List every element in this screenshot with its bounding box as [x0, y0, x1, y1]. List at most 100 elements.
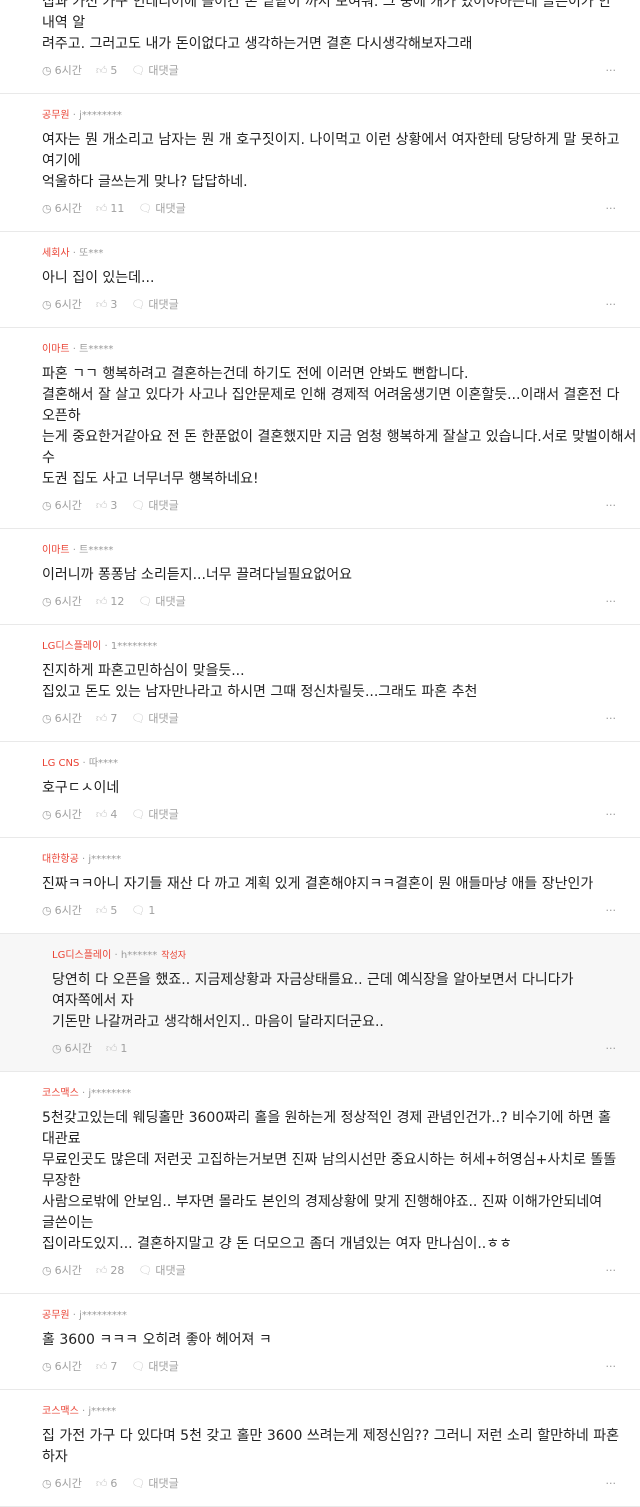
comment-time: ◷ 6시간: [42, 1477, 82, 1491]
comment-meta: 공무원 · j*********: [42, 1310, 640, 1322]
like-button[interactable]: 👍︎ 5: [96, 904, 118, 918]
comment-item: 대한항공 · j****** 진짜ㅋㅋ아니 자기들 재산 다 까고 계획 있게 결…: [0, 838, 640, 934]
nickname[interactable]: 트*****: [79, 344, 113, 355]
more-dots-icon[interactable]: ···: [606, 64, 617, 78]
like-button[interactable]: 👍︎ 6: [96, 1477, 118, 1491]
separator: ·: [69, 344, 80, 355]
reply-button[interactable]: 🗨︎ 대댓글: [131, 712, 178, 726]
comment-actions: ◷ 6시간 👍︎ 12 🗨︎ 대댓글 ···: [42, 595, 640, 609]
company-name: 공무원: [42, 1310, 70, 1321]
nickname[interactable]: h******: [121, 950, 157, 961]
time-text: 6시간: [54, 904, 82, 917]
comment-item: 이마트 · 트***** 이러니까 퐁퐁남 소리듣지...너무 끌려다닐필요없어요…: [0, 529, 640, 625]
like-count: 3: [110, 298, 118, 311]
like-button[interactable]: 👍︎ 12: [96, 595, 125, 609]
comment-meta: 이마트 · 트*****: [42, 344, 640, 356]
nickname[interactable]: j******: [88, 854, 121, 865]
clock-icon: ◷: [42, 1264, 52, 1277]
speech-bubble-icon: 🗨︎: [131, 904, 146, 917]
like-button[interactable]: 👍︎ 11: [96, 202, 125, 216]
like-button[interactable]: 👍︎ 7: [96, 1360, 118, 1374]
more-dots-icon[interactable]: ···: [606, 808, 617, 822]
like-button[interactable]: 👍︎ 5: [96, 64, 118, 78]
comment-text: 집과 가전 가구 인테리어에 들어간 돈 밑밭이 까서 보여줘. 그 중에 개가…: [42, 0, 612, 52]
reply-button[interactable]: 🗨︎ 대댓글: [131, 499, 178, 513]
nickname[interactable]: 또***: [79, 248, 103, 259]
comment-text: 여자는 뭔 개소리고 남자는 뭔 개 호구짓이지. 나이먹고 이런 상황에서 여…: [42, 132, 620, 190]
thumbs-up-icon: 👍︎: [95, 904, 108, 917]
more-dots-icon[interactable]: ···: [606, 1042, 617, 1056]
more-dots-icon[interactable]: ···: [606, 712, 617, 726]
comment-time: ◷ 6시간: [42, 1360, 82, 1374]
time-text: 6시간: [54, 202, 82, 215]
reply-label: 대댓글: [148, 1477, 179, 1490]
more-dots-icon[interactable]: ···: [606, 202, 617, 216]
more-dots-icon[interactable]: ···: [606, 298, 617, 312]
time-text: 6시간: [54, 499, 82, 512]
comment-item: 공무원 · j******** 여자는 뭔 개소리고 남자는 뭔 개 호구짓이지.…: [0, 94, 640, 232]
reply-button[interactable]: 🗨︎ 대댓글: [138, 202, 185, 216]
comment-text: 진지하게 파혼고민하심이 맞을듯... 집있고 돈도 있는 남자만나라고 하시면…: [42, 663, 478, 700]
reply-button[interactable]: 🗨︎ 대댓글: [138, 1264, 185, 1278]
comment-actions: ◷ 6시간 👍︎ 7 🗨︎ 대댓글 ···: [42, 712, 640, 726]
clock-icon: ◷: [42, 64, 52, 77]
comment-meta: LG디스플레이 · 1********: [42, 641, 640, 653]
comment-actions: ◷ 6시간 👍︎ 5 🗨︎ 대댓글 ···: [42, 64, 640, 78]
time-text: 6시간: [54, 1477, 82, 1490]
like-button[interactable]: 👍︎ 1: [106, 1042, 128, 1056]
reply-button[interactable]: 🗨︎ 1: [131, 904, 155, 918]
more-dots-icon[interactable]: ···: [606, 1264, 617, 1278]
comment-time: ◷ 6시간: [42, 904, 82, 918]
thumbs-up-icon: 👍︎: [95, 712, 108, 725]
like-button[interactable]: 👍︎ 3: [96, 298, 118, 312]
reply-label: 대댓글: [148, 298, 179, 311]
like-button[interactable]: 👍︎ 7: [96, 712, 118, 726]
reply-button[interactable]: 🗨︎ 대댓글: [138, 595, 185, 609]
more-dots-icon[interactable]: ···: [606, 499, 617, 513]
reply-button[interactable]: 🗨︎ 대댓글: [131, 808, 178, 822]
more-dots-icon[interactable]: ···: [606, 904, 617, 918]
comment-time: ◷ 6시간: [42, 64, 82, 78]
speech-bubble-icon: 🗨︎: [131, 808, 146, 821]
nickname[interactable]: 1********: [111, 641, 157, 652]
nickname[interactable]: j********: [79, 110, 122, 121]
reply-button[interactable]: 🗨︎ 대댓글: [131, 298, 178, 312]
company-name: 대한항공: [42, 854, 79, 865]
company-name: 세회사: [42, 248, 70, 259]
nickname[interactable]: j*********: [79, 1310, 127, 1321]
company-name: 공무원: [42, 110, 70, 121]
time-text: 6시간: [54, 712, 82, 725]
like-button[interactable]: 👍︎ 3: [96, 499, 118, 513]
nickname[interactable]: j*****: [88, 1406, 116, 1417]
comment-item: 집과 가전 가구 인테리어에 들어간 돈 밑밭이 까서 보여줘. 그 중에 개가…: [0, 0, 640, 94]
more-dots-icon[interactable]: ···: [606, 1360, 617, 1374]
like-count: 5: [110, 64, 118, 77]
comment-time: ◷ 6시간: [42, 808, 82, 822]
reply-button[interactable]: 🗨︎ 대댓글: [131, 1477, 178, 1491]
more-dots-icon[interactable]: ···: [606, 1477, 617, 1491]
like-button[interactable]: 👍︎ 28: [96, 1264, 125, 1278]
reply-button[interactable]: 🗨︎ 대댓글: [131, 1360, 178, 1374]
more-dots-icon[interactable]: ···: [606, 595, 617, 609]
nickname[interactable]: 트*****: [79, 545, 113, 556]
separator: ·: [69, 545, 80, 556]
company-name: 코스맥스: [42, 1088, 79, 1099]
clock-icon: ◷: [42, 808, 52, 821]
like-button[interactable]: 👍︎ 4: [96, 808, 118, 822]
thumbs-up-icon: 👍︎: [95, 1477, 108, 1490]
time-text: 6시간: [64, 1042, 92, 1055]
comment-actions: ◷ 6시간 👍︎ 5 🗨︎ 1 ···: [42, 904, 640, 918]
reply-label: 대댓글: [148, 712, 179, 725]
time-text: 6시간: [54, 808, 82, 821]
reply-button[interactable]: 🗨︎ 대댓글: [131, 64, 178, 78]
comment-meta: 코스맥스 · j********: [42, 1088, 640, 1100]
company-name: 코스맥스: [42, 1406, 79, 1417]
comment-meta: 세회사 · 또***: [42, 248, 640, 260]
comment-time: ◷ 6시간: [42, 595, 82, 609]
nickname[interactable]: j********: [88, 1088, 131, 1099]
like-count: 11: [110, 202, 125, 215]
reply-label: 대댓글: [155, 1264, 186, 1277]
separator: ·: [78, 1088, 89, 1099]
speech-bubble-icon: 🗨︎: [131, 712, 146, 725]
nickname[interactable]: 따****: [89, 758, 118, 769]
